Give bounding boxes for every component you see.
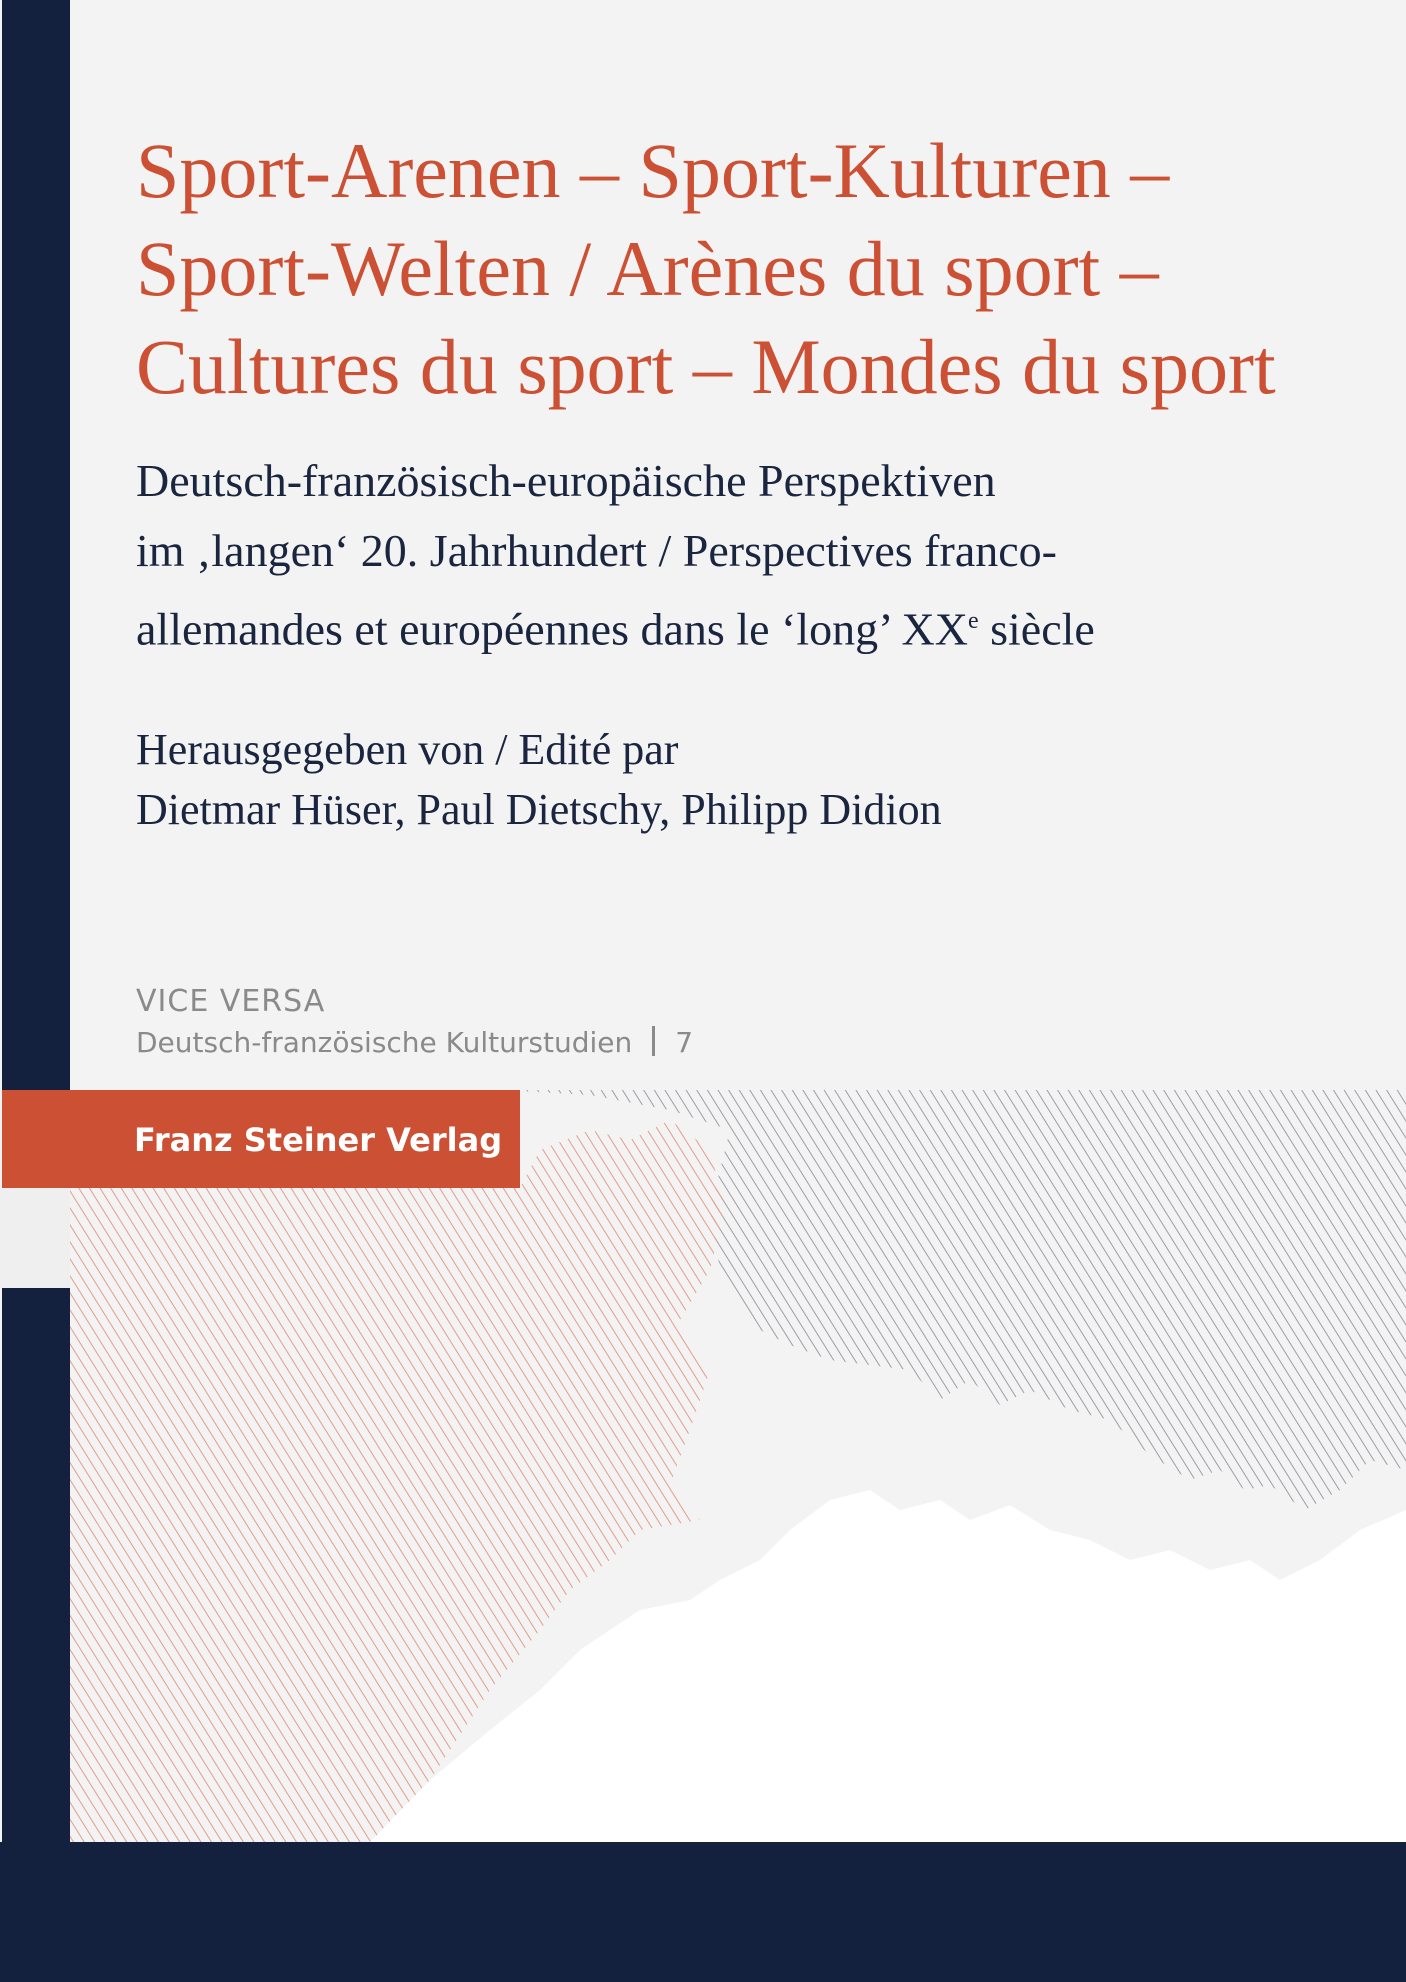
book-title: Sport-Arenen – Sport-Kulturen – Sport-We…: [136, 122, 1376, 416]
editors-label: Herausgegeben von / Edité par: [136, 725, 679, 774]
book-cover: Sport-Arenen – Sport-Kulturen – Sport-We…: [0, 0, 1406, 1982]
book-subtitle: Deutsch-französisch-europäische Perspekt…: [136, 446, 1316, 664]
title-line: Sport-Welten / Arènes du sport –: [136, 225, 1159, 312]
navy-bottom-band: [0, 1842, 1406, 1982]
subtitle-line: allemandes et européennes dans le ‘long’…: [136, 603, 968, 655]
series-separator: [652, 1026, 656, 1056]
editors-names: Dietmar Hüser, Paul Dietschy, Philipp Di…: [136, 785, 942, 834]
series-number: 7: [675, 1026, 694, 1059]
series-subtitle: Deutsch-französische Kulturstudien: [136, 1026, 633, 1059]
subtitle-line: Deutsch-französisch-europäische Perspekt…: [136, 455, 996, 506]
superscript-e: e: [967, 608, 979, 634]
subtitle-line-end: siècle: [978, 603, 1095, 655]
hatched-map-illustration: [70, 1090, 1406, 1842]
title-line: Cultures du sport – Mondes du sport: [136, 323, 1276, 410]
spine-gap: [0, 1188, 70, 1288]
title-line: Sport-Arenen – Sport-Kulturen –: [136, 127, 1170, 214]
series-name: VICE VERSA: [136, 984, 326, 1019]
series-subtitle-line: Deutsch-französische Kulturstudien 7: [136, 1026, 693, 1059]
subtitle-line: im ‚langen‘ 20. Jahrhundert / Perspectiv…: [136, 525, 1057, 576]
navy-spine-top: [2, 0, 70, 1092]
publisher-name: Franz Steiner Verlag: [134, 1121, 503, 1159]
